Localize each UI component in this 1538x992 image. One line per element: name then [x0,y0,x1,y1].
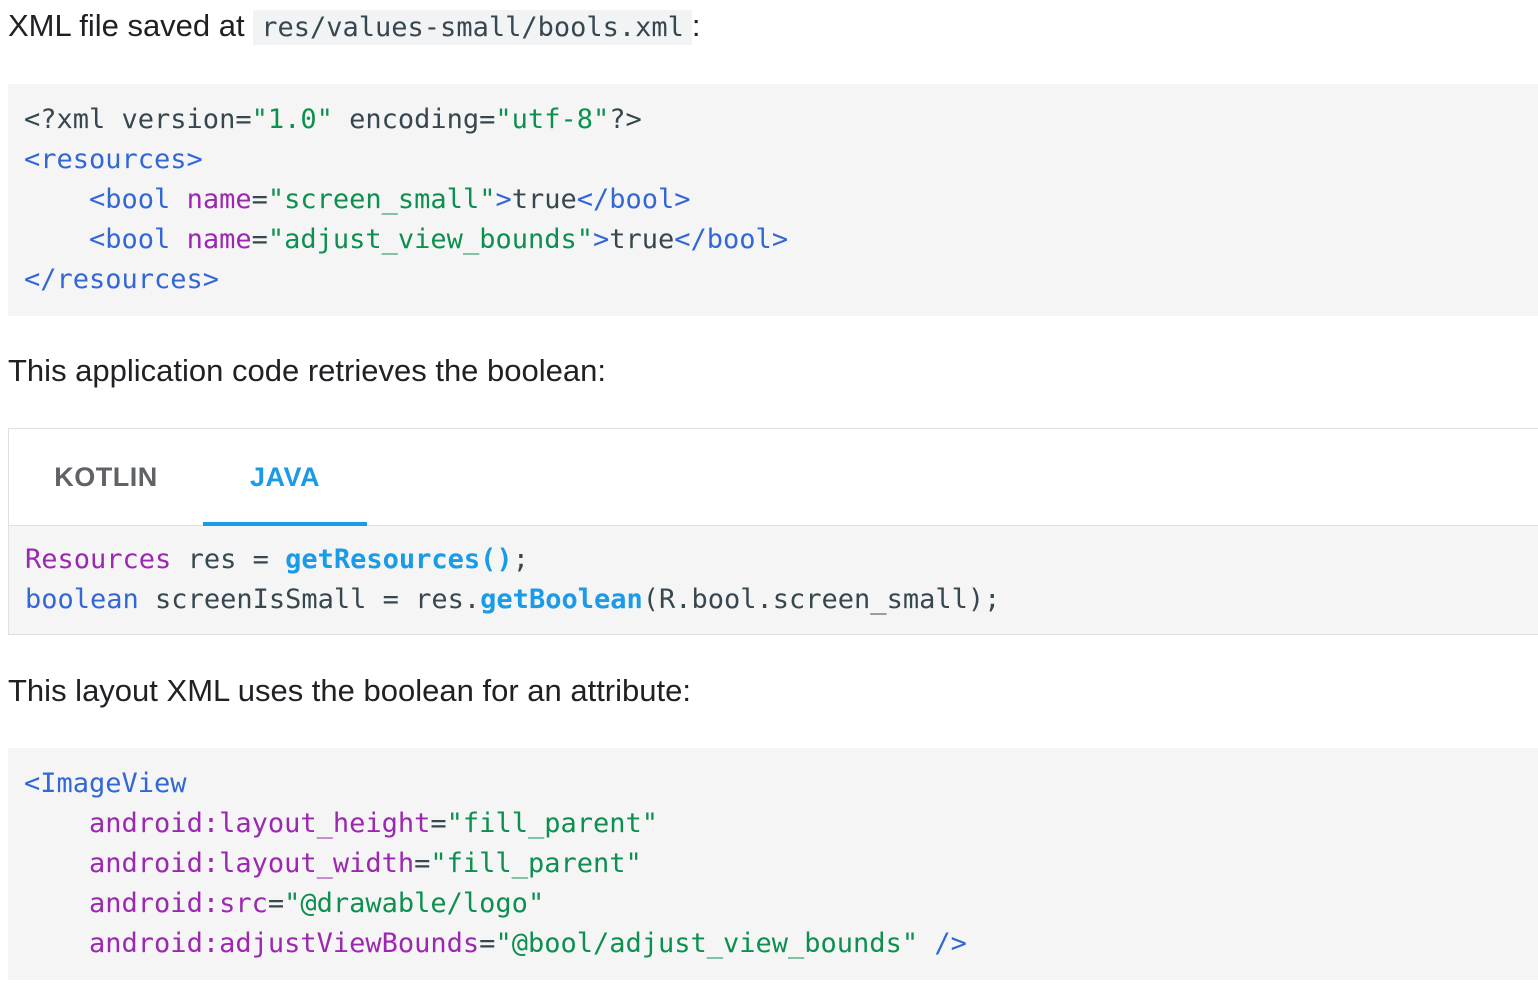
code-token-str: "adjust_view_bounds" [267,224,593,255]
code-line: android:layout_width="fill_parent" [24,844,1538,884]
intro-suffix-text: : [691,8,701,43]
layout-paragraph: This layout XML uses the boolean for an … [8,673,691,708]
app-code-paragraph: This application code retrieves the bool… [8,353,606,388]
code-token-plain: screenIsSmall = res. [138,584,481,615]
code-line: android:layout_height="fill_parent" [24,804,1538,844]
code-token-attr: name [186,224,252,255]
code-line: </resources> [24,260,1538,300]
code-token-tag: <ImageView [24,768,187,799]
code-token-tag: /> [934,928,967,959]
bools-xml-code: <?xml version="1.0" encoding="utf-8"?> <r… [24,100,1538,300]
code-token-attr: android:layout_height [89,808,431,839]
code-token-tag: </resources> [24,264,220,295]
code-token-tag: </bool> [576,184,691,215]
code-token-tag: <bool [89,184,171,215]
java-code: Resources res = getResources(); boolean s… [25,540,1538,620]
intro-paragraph: XML file saved at res/values-small/bools… [8,6,701,48]
code-line: <?xml version="1.0" encoding="utf-8"?> [24,100,1538,140]
code-token-plain: = [479,928,496,959]
layout-xml-code: <ImageView android:layout_height="fill_p… [24,764,1538,964]
code-token-attr: android:layout_width [89,848,415,879]
code-token-tag: <resources> [24,144,203,175]
code-token-plain: res = [171,544,286,575]
tab-kotlin[interactable]: KOTLIN [9,429,203,525]
code-token-str: "@drawable/logo" [284,888,545,919]
code-token-str: "utf-8" [495,104,610,135]
code-token-plain: = [414,848,431,879]
code-line: <ImageView [24,764,1538,804]
file-path-code: res/values-small/bools.xml [253,10,692,45]
code-token-str: "@bool/adjust_view_bounds" [495,928,919,959]
layout-xml-code-block: <ImageView android:layout_height="fill_p… [8,748,1538,980]
tab-java-label: JAVA [249,462,320,492]
code-token-plain: = [430,808,447,839]
code-token-attr: name [186,184,252,215]
code-line: <resources> [24,140,1538,180]
code-token-tag: > [495,184,512,215]
code-token-plain: = [267,888,285,919]
code-token-attr: android:adjustViewBounds [89,928,480,959]
code-token-tag: > [592,224,610,255]
code-line: android:src="@drawable/logo" [24,884,1538,924]
code-token-kw: boolean [25,584,139,615]
code-token-plain: encoding= [332,104,496,135]
intro-prefix-text: XML file saved at [8,8,254,43]
code-line: Resources res = getResources(); [25,540,1538,580]
language-tabs-widget: KOTLIN JAVA Resources res = getResources… [8,428,1538,635]
code-token-plain: = [251,224,268,255]
code-line: android:adjustViewBounds="@bool/adjust_v… [24,924,1538,964]
code-token-plain: <?xml version= [24,104,252,135]
code-token-plain: = [251,184,268,215]
java-code-pane: Resources res = getResources(); boolean s… [9,526,1538,634]
code-token-plain: true [609,224,675,255]
code-token-plain: ?> [609,104,642,135]
code-token-str: "fill_parent" [446,808,658,839]
language-tab-bar: KOTLIN JAVA [9,429,1538,526]
code-token-str: "screen_small" [267,184,496,215]
code-token-tag: </bool> [674,224,789,255]
code-token-plain: true [511,184,577,215]
code-line: <bool name="screen_small">true</bool> [24,180,1538,220]
code-line: <bool name="adjust_view_bounds">true</bo… [24,220,1538,260]
bools-xml-code-block: <?xml version="1.0" encoding="utf-8"?> <r… [8,84,1538,316]
code-token-attr: android:src [89,888,268,919]
code-token-fn: getBoolean [480,584,643,615]
code-line: boolean screenIsSmall = res.getBoolean(R… [25,580,1538,620]
tab-java[interactable]: JAVA [203,429,367,526]
code-token-fn: getResources() [285,544,513,575]
code-token-type: Resources [25,544,172,575]
code-token-plain: ; [512,544,529,575]
code-token-tag: <bool [89,224,171,255]
code-token-plain: (R.bool.screen_small); [642,584,1001,615]
code-token-str: "fill_parent" [430,848,642,879]
code-token-str: "1.0" [251,104,333,135]
